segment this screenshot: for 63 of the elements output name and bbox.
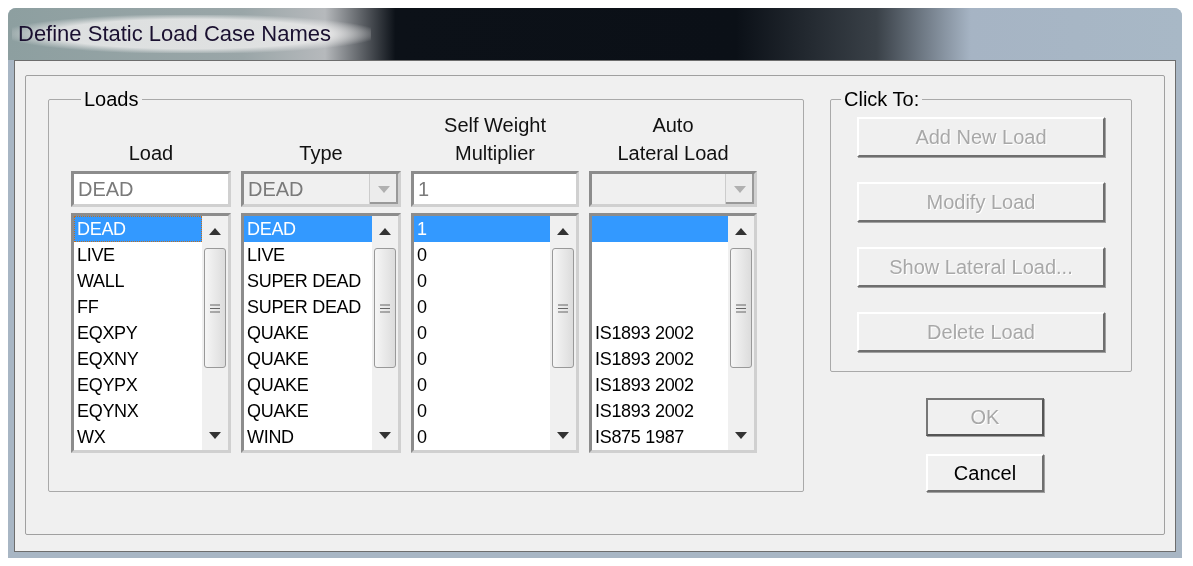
list-item[interactable]: 0: [414, 398, 550, 424]
list-item[interactable]: IS1893 2002: [592, 320, 728, 346]
scroll-down-icon[interactable]: [379, 431, 391, 439]
text-field[interactable]: 1: [411, 171, 579, 207]
scroll-thumb[interactable]: [730, 248, 752, 368]
scroll-down-icon[interactable]: [557, 431, 569, 439]
scroll-thumb[interactable]: [552, 248, 574, 368]
list-item[interactable]: 0: [414, 346, 550, 372]
list-item[interactable]: LIVE: [244, 242, 372, 268]
scrollbar[interactable]: [202, 216, 228, 450]
column-header: Auto Lateral Load: [616, 113, 730, 166]
dropdown-field[interactable]: DEAD: [241, 171, 401, 207]
list-item[interactable]: SUPER DEAD: [244, 268, 372, 294]
scroll-up-icon[interactable]: [209, 227, 221, 235]
list-item[interactable]: LIVE: [74, 242, 202, 268]
list-item[interactable]: EQXNY: [74, 346, 202, 372]
list-item[interactable]: 0: [414, 424, 550, 450]
list-item[interactable]: WALL: [74, 268, 202, 294]
list-item[interactable]: IS1893 2002: [592, 372, 728, 398]
text-field[interactable]: DEAD: [71, 171, 231, 207]
list-item[interactable]: QUAKE: [244, 398, 372, 424]
dropdown-arrow-icon[interactable]: [734, 185, 746, 193]
scroll-up-icon[interactable]: [557, 227, 569, 235]
column-header: Self Weight Multiplier: [443, 113, 547, 166]
list-box[interactable]: IS1893 2002 IS1893 2002 IS1893 2002 IS1893 2002 IS875 1987: [589, 213, 757, 453]
list-item[interactable]: 0: [414, 268, 550, 294]
scroll-down-icon[interactable]: [209, 431, 221, 439]
list-item[interactable]: IS1893 2002: [592, 346, 728, 372]
list-item[interactable]: QUAKE: [244, 372, 372, 398]
list-item[interactable]: 0: [414, 294, 550, 320]
group-label: Loads: [83, 88, 140, 111]
list-item[interactable]: 0: [414, 242, 550, 268]
list-item[interactable]: 0: [414, 320, 550, 346]
list-box[interactable]: DEAD LIVE WALL FF EQXPY EQXNY EQYPX EQYNX WX: [71, 213, 231, 453]
dropdown-arrow-icon[interactable]: [378, 185, 390, 193]
scroll-down-icon[interactable]: [735, 431, 747, 439]
list-item[interactable]: QUAKE: [244, 346, 372, 372]
window-title: Define Static Load Case Names: [12, 15, 372, 53]
scrollbar[interactable]: [728, 216, 754, 450]
scrollbar[interactable]: [550, 216, 576, 450]
list-item[interactable]: WIND: [244, 424, 372, 450]
list-box[interactable]: 1 0 0 0 0 0 0 0 0: [411, 213, 579, 453]
column-header: Load: [127, 141, 175, 166]
scroll-thumb[interactable]: [374, 248, 396, 368]
group-label: Click To:: [843, 88, 921, 111]
list-item[interactable]: IS1893 2002: [592, 398, 728, 424]
scrollbar[interactable]: [372, 216, 398, 450]
list-item[interactable]: QUAKE: [244, 320, 372, 346]
list-item[interactable]: SUPER DEAD: [244, 294, 372, 320]
column-header: Type: [298, 141, 344, 166]
list-item[interactable]: FF: [74, 294, 202, 320]
scroll-thumb[interactable]: [204, 248, 226, 368]
list-item[interactable]: EQYPX: [74, 372, 202, 398]
dropdown-field[interactable]: [589, 171, 757, 207]
dialog-button[interactable]: Cancel: [926, 454, 1044, 492]
list-item[interactable]: 0: [414, 372, 550, 398]
list-item[interactable]: EQYNX: [74, 398, 202, 424]
scroll-up-icon[interactable]: [735, 227, 747, 235]
scroll-up-icon[interactable]: [379, 227, 391, 235]
list-item[interactable]: EQXPY: [74, 320, 202, 346]
list-item[interactable]: WX: [74, 424, 202, 450]
list-item[interactable]: IS875 1987: [592, 424, 728, 450]
list-box[interactable]: DEAD LIVE SUPER DEAD SUPER DEAD QUAKE QUAKE QUAKE QUAKE WIND: [241, 213, 401, 453]
